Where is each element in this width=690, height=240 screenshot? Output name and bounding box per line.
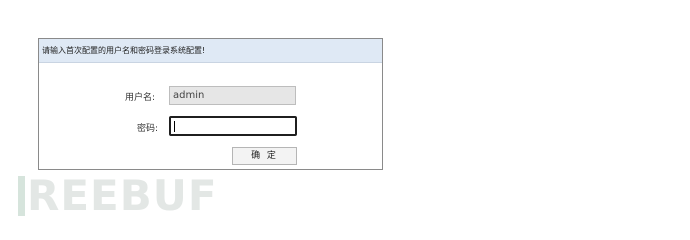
freebuf-watermark: REEBUF	[18, 171, 218, 220]
password-field[interactable]	[169, 116, 297, 136]
username-label: 用户名:	[125, 93, 156, 103]
watermark-text: REEBUF	[27, 171, 218, 220]
panel-header: 请输入首次配置的用户名和密码登录系统配置!	[39, 39, 382, 63]
confirm-button[interactable]: 确 定	[232, 147, 297, 165]
username-field[interactable]: admin	[169, 86, 296, 105]
password-label: 密码:	[137, 124, 159, 134]
login-config-panel: 请输入首次配置的用户名和密码登录系统配置! 用户名: admin 密码: 确 定	[38, 38, 383, 170]
text-caret	[174, 121, 175, 132]
watermark-logo-bar	[18, 176, 25, 216]
